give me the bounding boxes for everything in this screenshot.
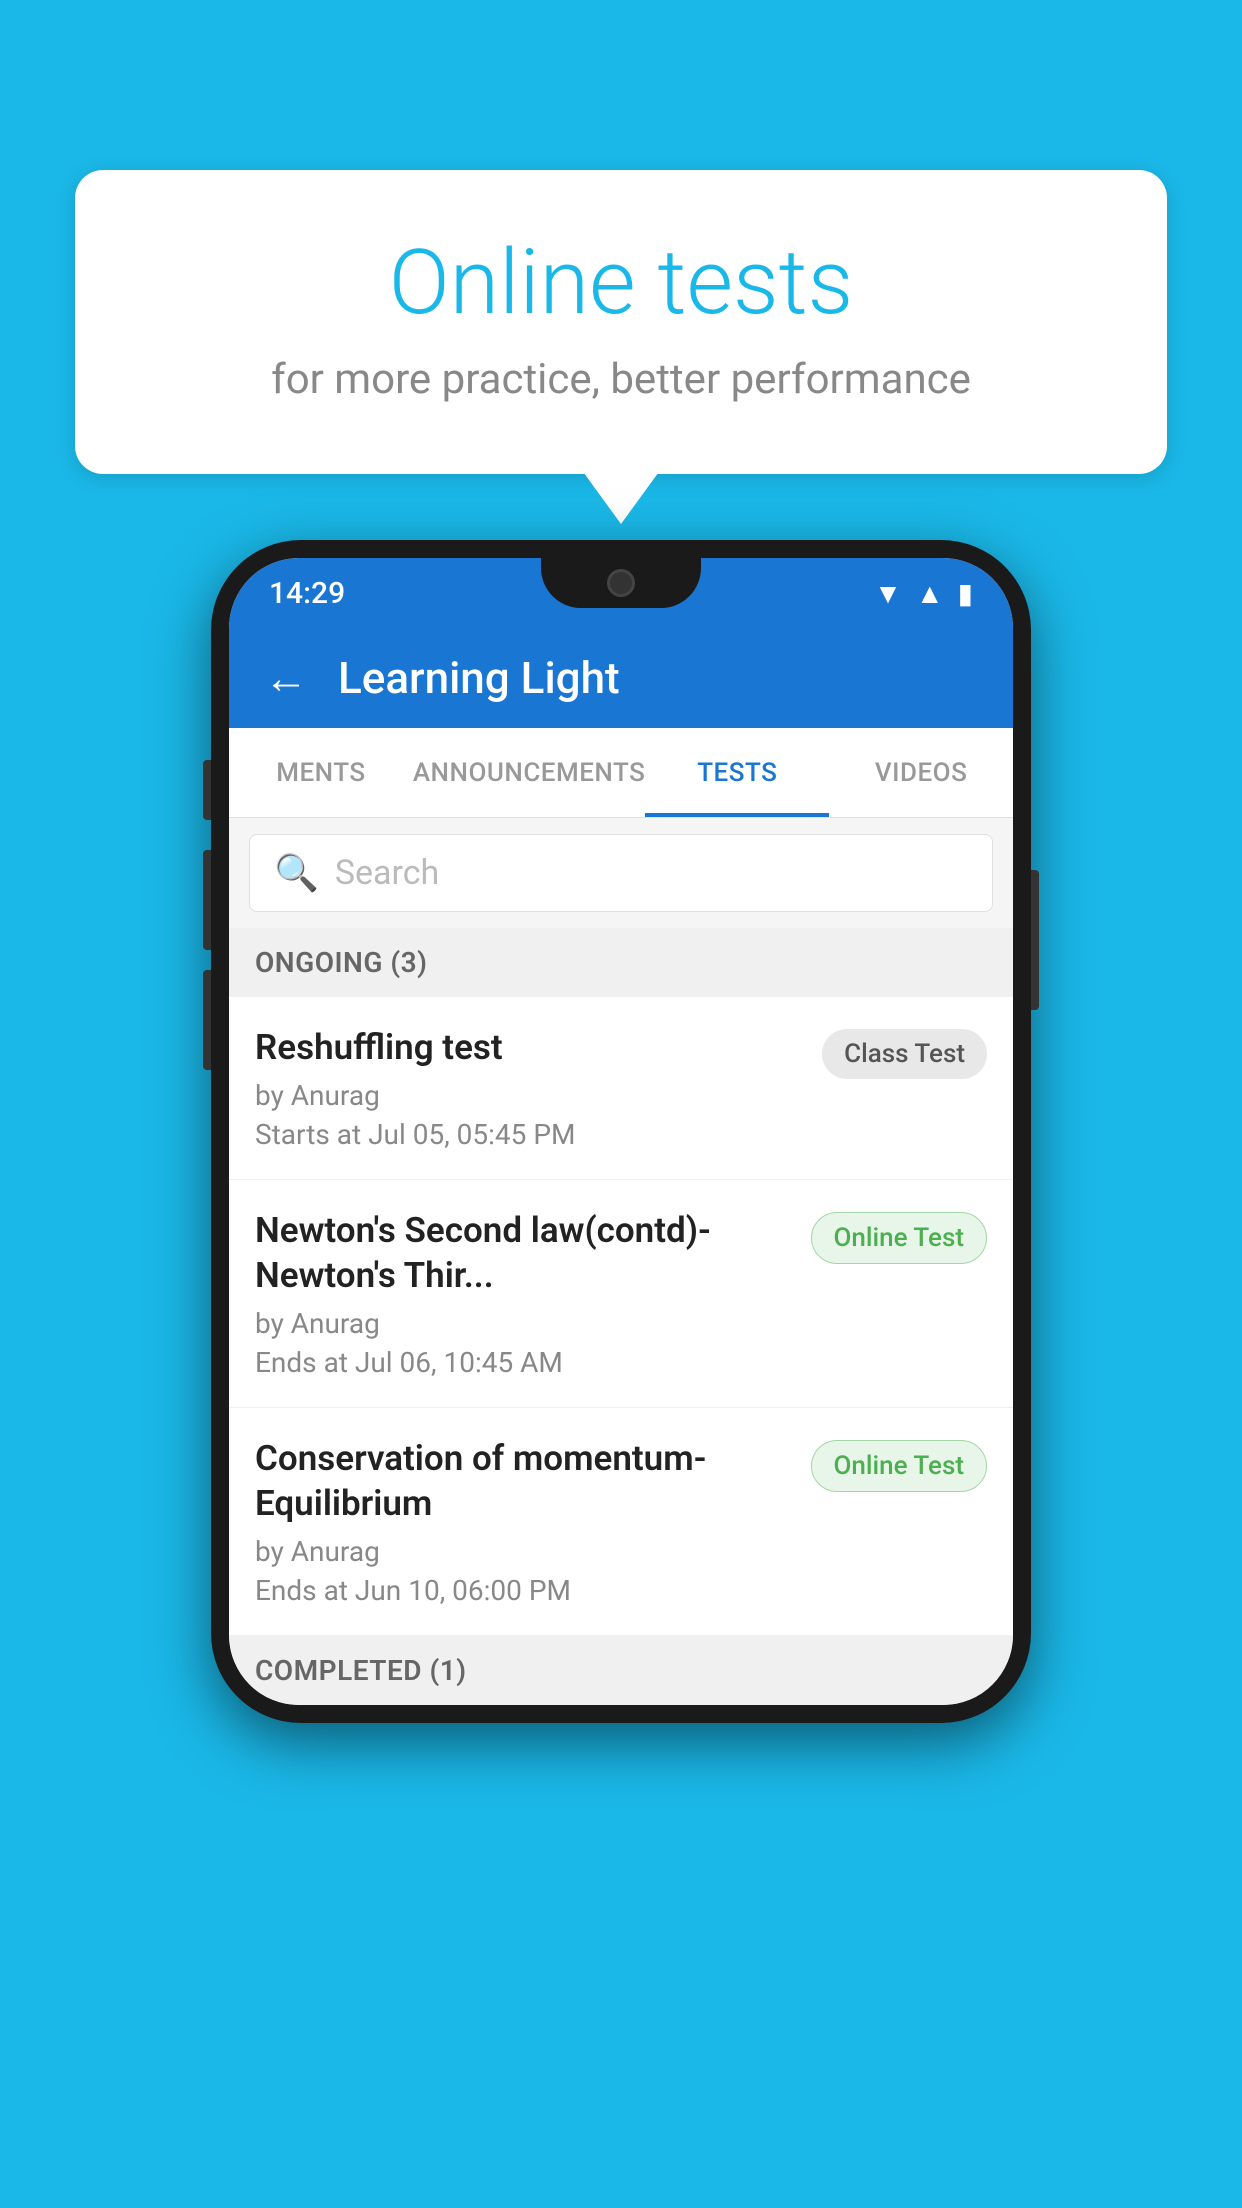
test-item-reshuffling[interactable]: Reshuffling test by Anurag Starts at Jul… [229,997,1013,1180]
test-item-conservation[interactable]: Conservation of momentum-Equilibrium by … [229,1408,1013,1636]
test-badge-class: Class Test [822,1029,987,1079]
battery-icon: ▮ [958,577,973,610]
test-info: Newton's Second law(contd)-Newton's Thir… [255,1208,811,1379]
search-input[interactable]: Search [335,853,439,893]
test-info: Reshuffling test by Anurag Starts at Jul… [255,1025,822,1151]
search-container: 🔍 Search [229,818,1013,928]
tab-ments[interactable]: MENTS [229,728,413,817]
test-badge-online: Online Test [811,1440,988,1492]
phone-mockup: 14:29 ▼ ▲ ▮ ← Learning Light MENTS ANNOU… [211,540,1031,1723]
test-name: Conservation of momentum-Equilibrium [255,1436,791,1527]
phone-screen: 14:29 ▼ ▲ ▮ ← Learning Light MENTS ANNOU… [229,558,1013,1705]
wifi-icon: ▼ [874,577,902,610]
phone-camera [607,569,635,597]
phone-button [203,970,211,1070]
test-time: Starts at Jul 05, 05:45 PM [255,1118,802,1151]
test-name: Newton's Second law(contd)-Newton's Thir… [255,1208,791,1299]
promo-title: Online tests [125,230,1117,335]
tab-videos[interactable]: VIDEOS [829,728,1013,817]
test-by: by Anurag [255,1307,791,1340]
app-bar: ← Learning Light [229,628,1013,728]
test-by: by Anurag [255,1535,791,1568]
tab-announcements[interactable]: ANNOUNCEMENTS [413,728,646,817]
completed-section-header: COMPLETED (1) [229,1636,1013,1705]
tab-bar: MENTS ANNOUNCEMENTS TESTS VIDEOS [229,728,1013,818]
signal-icon: ▲ [916,577,944,610]
promo-card: Online tests for more practice, better p… [75,170,1167,474]
phone-notch [541,558,701,608]
test-name: Reshuffling test [255,1025,802,1071]
test-info: Conservation of momentum-Equilibrium by … [255,1436,811,1607]
phone-button [203,850,211,950]
back-button[interactable]: ← [264,652,308,704]
test-time: Ends at Jul 06, 10:45 AM [255,1346,791,1379]
test-item-newtons[interactable]: Newton's Second law(contd)-Newton's Thir… [229,1180,1013,1408]
test-by: by Anurag [255,1079,802,1112]
phone-button [203,760,211,820]
test-badge-online: Online Test [811,1212,988,1264]
app-title: Learning Light [338,652,620,704]
phone-button [1031,870,1039,1010]
tab-tests[interactable]: TESTS [645,728,829,817]
test-list: Reshuffling test by Anurag Starts at Jul… [229,997,1013,1636]
promo-subtitle: for more practice, better performance [125,355,1117,404]
status-time: 14:29 [269,576,345,611]
search-icon: 🔍 [274,852,319,894]
ongoing-section-header: ONGOING (3) [229,928,1013,997]
search-bar[interactable]: 🔍 Search [249,834,993,912]
test-time: Ends at Jun 10, 06:00 PM [255,1574,791,1607]
status-icons: ▼ ▲ ▮ [874,577,973,610]
